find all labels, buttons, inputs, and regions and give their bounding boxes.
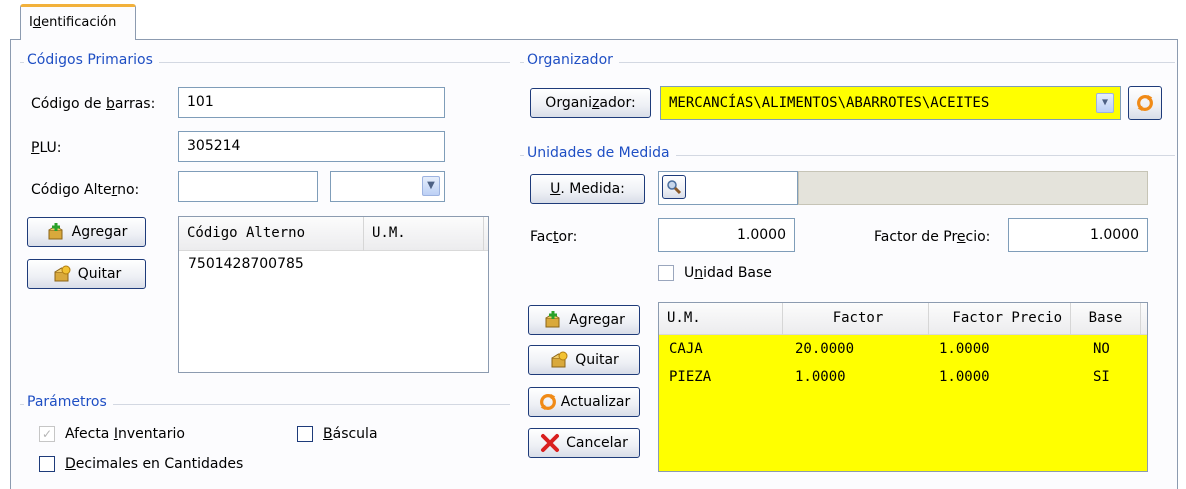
unidades-table-header: U.M. Factor Factor Precio Base xyxy=(659,303,1147,335)
unidades-cancel-button[interactable]: Cancelar xyxy=(528,428,640,458)
alt-um-select[interactable]: ▼ xyxy=(330,171,445,202)
search-icon xyxy=(667,180,682,195)
parametros-group-title: Parámetros xyxy=(24,394,113,410)
codigos-add-button[interactable]: Agregar xyxy=(27,217,146,247)
bascula-checkbox[interactable]: Báscula xyxy=(297,426,378,442)
organizador-button[interactable]: Organizador: xyxy=(530,88,651,118)
list-item[interactable]: 7501428700785 xyxy=(188,256,304,272)
organizador-select[interactable]: MERCANCÍAS\ALIMENTOS\ABARROTES\ACEITES ▼ xyxy=(660,86,1121,120)
col-header-codigo-alterno[interactable]: Código Alterno xyxy=(179,217,364,251)
decimales-checkbox[interactable]: Decimales en Cantidades xyxy=(39,456,243,472)
chevron-down-icon[interactable]: ▼ xyxy=(1096,93,1114,113)
refresh-icon xyxy=(1135,93,1155,113)
col-header-um[interactable]: U.M. xyxy=(364,217,484,251)
checkbox-unchecked-icon xyxy=(39,456,55,472)
codigos-remove-button[interactable]: Quitar xyxy=(27,259,146,289)
unidades-add-button[interactable]: Agregar xyxy=(528,305,640,335)
codigos-group-title: Códigos Primarios xyxy=(24,52,159,68)
remove-box-icon xyxy=(549,350,569,370)
alt-code-label: Código Alterno: xyxy=(31,182,140,198)
refresh-icon xyxy=(538,392,558,412)
checkbox-unchecked-icon xyxy=(297,426,313,442)
refresh-button[interactable] xyxy=(1128,86,1162,120)
alt-code-input[interactable] xyxy=(178,171,318,202)
factor-input[interactable]: 1.0000 xyxy=(658,218,795,252)
cancel-x-icon xyxy=(540,433,560,453)
chevron-down-icon[interactable]: ▼ xyxy=(422,176,440,196)
unidades-table[interactable]: U.M. Factor Factor Precio Base CAJA 20.0… xyxy=(658,302,1148,472)
remove-box-icon xyxy=(52,264,72,284)
unidad-base-checkbox[interactable]: Unidad Base xyxy=(658,265,772,281)
tab-label-post: entificación xyxy=(41,15,117,30)
checkbox-unchecked-icon xyxy=(658,265,674,281)
unidades-group-title: Unidades de Medida xyxy=(524,145,676,161)
col-header-um[interactable]: U.M. xyxy=(659,303,783,335)
plu-input[interactable]: 305214 xyxy=(178,131,445,162)
add-box-icon xyxy=(543,310,563,330)
col-header-factor-precio[interactable]: Factor Precio xyxy=(929,303,1071,335)
um-description-field xyxy=(798,171,1148,205)
search-lookup-button[interactable] xyxy=(662,175,686,199)
tab-label-mnemonic: d xyxy=(32,15,42,30)
um-button[interactable]: U. Medida: xyxy=(530,174,645,204)
factor-precio-input[interactable]: 1.0000 xyxy=(1008,218,1148,252)
barcode-label: Código de barras: xyxy=(31,96,156,112)
unidades-update-button[interactable]: Actualizar xyxy=(528,387,640,417)
factor-precio-label: Factor de Precio: xyxy=(874,229,991,245)
alt-code-list-header: Código Alterno U.M. xyxy=(179,217,488,251)
checkbox-checked-icon: ✓ xyxy=(39,426,55,442)
table-row[interactable]: CAJA 20.0000 1.0000 NO xyxy=(659,341,1147,363)
organizador-group-title: Organizador xyxy=(524,52,619,68)
plu-label: PLU: xyxy=(31,140,62,156)
alt-code-list[interactable]: Código Alterno U.M. 7501428700785 xyxy=(178,216,489,373)
tab-identificacion[interactable]: Identificación xyxy=(20,4,136,40)
table-row[interactable]: PIEZA 1.0000 1.0000 SI xyxy=(659,369,1147,391)
add-box-icon xyxy=(46,222,66,242)
col-header-factor[interactable]: Factor xyxy=(783,303,929,335)
factor-label: Factor: xyxy=(530,229,578,245)
um-input[interactable] xyxy=(658,171,798,205)
unidades-remove-button[interactable]: Quitar xyxy=(528,345,640,375)
barcode-input[interactable]: 101 xyxy=(178,87,445,118)
col-header-base[interactable]: Base xyxy=(1071,303,1141,335)
afecta-inventario-checkbox[interactable]: ✓ Afecta Inventario xyxy=(39,426,185,442)
